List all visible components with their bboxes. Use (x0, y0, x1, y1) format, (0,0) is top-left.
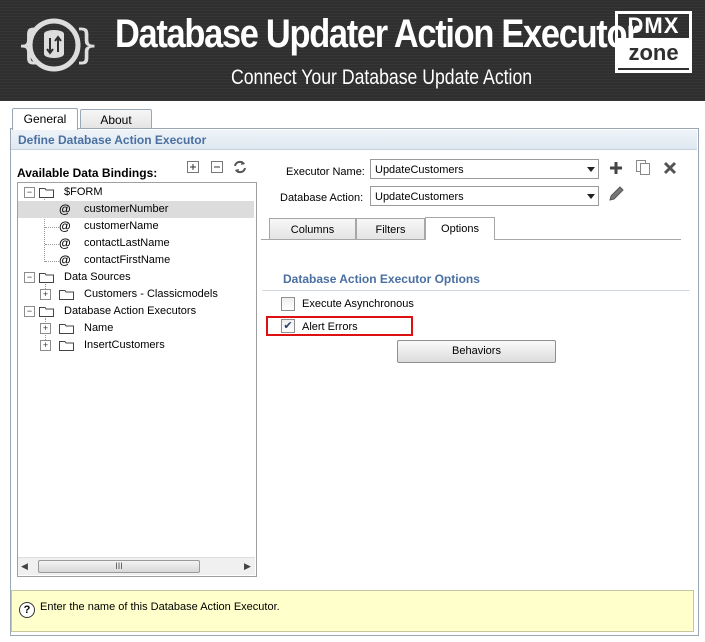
expand-icon[interactable]: + (40, 340, 51, 351)
tree-item-field[interactable]: @ customerName (18, 218, 254, 235)
at-sign-icon: @ (59, 236, 71, 250)
execute-async-label: Execute Asynchronous (302, 298, 414, 310)
tree-item-label: contactFirstName (84, 254, 171, 266)
tree-item-label: customerName (84, 220, 159, 232)
tree-item-label: contactLastName (84, 237, 170, 249)
collapse-icon[interactable]: − (24, 306, 35, 317)
folder-icon (59, 324, 74, 334)
scroll-left-icon[interactable]: ◀ (21, 561, 28, 572)
bindings-tree[interactable]: − $FORM @ customerNumber @ customerName … (17, 182, 257, 577)
add-icon[interactable] (608, 160, 624, 176)
dmxzone-logo: DMX zone (615, 11, 692, 73)
tree-item-form[interactable]: − $FORM (18, 184, 254, 201)
tree-item-data-sources[interactable]: − Data Sources (18, 269, 254, 286)
help-text: Enter the name of this Database Action E… (40, 601, 280, 613)
executor-name-label: Executor Name: (286, 166, 365, 178)
tree-item-executor[interactable]: + Name (18, 320, 254, 337)
tree-item-executors[interactable]: − Database Action Executors (18, 303, 254, 320)
options-divider (262, 290, 690, 291)
copy-icon[interactable] (635, 159, 651, 176)
database-action-label: Database Action: (280, 192, 364, 204)
tab-options[interactable]: Options (425, 217, 495, 240)
execute-async-checkbox[interactable] (281, 297, 295, 311)
executor-name-value: UpdateCustomers (375, 164, 464, 176)
alert-errors-label: Alert Errors (302, 321, 358, 333)
collapse-icon[interactable]: − (24, 272, 35, 283)
delete-icon[interactable] (662, 160, 678, 176)
section-title: Define Database Action Executor (18, 133, 207, 147)
tree-item-executor[interactable]: + InsertCustomers (18, 337, 254, 354)
at-sign-icon: @ (59, 202, 71, 216)
dropdown-arrow-icon[interactable] (587, 167, 595, 172)
tab-about[interactable]: About (80, 109, 152, 129)
tree-item-field[interactable]: @ customerNumber (18, 201, 254, 218)
scrollbar-thumb[interactable]: III (38, 560, 200, 573)
folder-icon (59, 341, 74, 351)
tree-item-field[interactable]: @ contactLastName (18, 235, 254, 252)
tree-item-label: customerNumber (84, 203, 169, 215)
folder-open-icon (39, 188, 54, 198)
bindings-label: Available Data Bindings: (17, 166, 158, 180)
tree-item-data-source[interactable]: + Customers - Classicmodels (18, 286, 254, 303)
tree-item-label: Name (84, 322, 114, 334)
tree-item-label: Database Action Executors (64, 305, 197, 317)
database-action-select[interactable]: UpdateCustomers (370, 186, 599, 206)
behaviors-button[interactable]: Behaviors (397, 340, 556, 363)
svg-text:}: } (74, 22, 97, 68)
at-sign-icon: @ (59, 219, 71, 233)
collapse-icon[interactable]: − (24, 187, 35, 198)
expand-icon[interactable]: + (40, 289, 51, 300)
collapse-all-icon[interactable] (210, 160, 224, 174)
executor-name-combobox[interactable]: UpdateCustomers (370, 159, 599, 179)
tree-item-label: $FORM (64, 186, 103, 198)
help-question-icon: ? (19, 602, 35, 618)
tab-columns[interactable]: Columns (269, 218, 356, 240)
app-subtitle: Connect Your Database Update Action (231, 66, 533, 89)
folder-open-icon (39, 273, 54, 283)
alert-errors-checkbox[interactable]: ✔ (281, 319, 295, 333)
dmx-logo-bottom: zone (618, 38, 689, 68)
scroll-right-icon[interactable]: ▶ (244, 561, 251, 572)
database-update-logo-icon: { } (16, 18, 97, 72)
tab-filters[interactable]: Filters (356, 218, 425, 240)
tree-item-field[interactable]: @ contactFirstName (18, 252, 254, 269)
expand-all-icon[interactable] (186, 160, 200, 174)
tab-general[interactable]: General (12, 108, 78, 130)
tree-item-label: Customers - Classicmodels (84, 288, 218, 300)
dmx-logo-top: DMX (627, 13, 680, 38)
options-title: Database Action Executor Options (283, 272, 480, 286)
at-sign-icon: @ (59, 253, 71, 267)
edit-pencil-icon[interactable] (607, 185, 625, 203)
app-title: Database Updater Action Executor (115, 12, 640, 56)
expand-icon[interactable]: + (40, 323, 51, 334)
tree-item-label: InsertCustomers (84, 339, 165, 351)
svg-text:{: { (16, 22, 41, 68)
dropdown-arrow-icon[interactable] (587, 194, 595, 199)
database-action-value: UpdateCustomers (375, 191, 464, 203)
folder-icon (59, 290, 74, 300)
tree-item-label: Data Sources (64, 271, 131, 283)
refresh-icon[interactable] (233, 160, 247, 174)
folder-open-icon (39, 307, 54, 317)
